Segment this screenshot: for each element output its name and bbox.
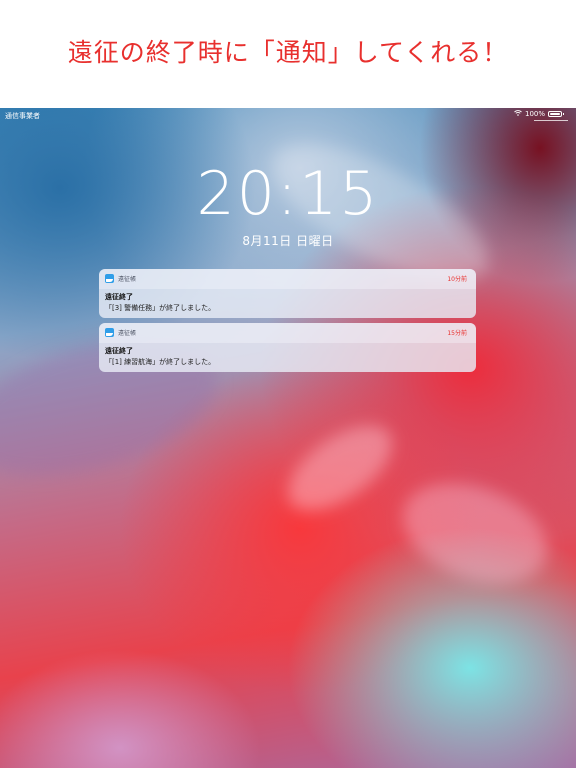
headline-caption: 遠征の終了時に「通知」してくれる！	[67, 38, 509, 67]
status-indicators: 100%	[514, 110, 564, 118]
notification-header	[99, 323, 476, 343]
notification-title: 遠征終了	[105, 293, 133, 301]
notification-title: 遠征終了	[105, 347, 133, 355]
app-icon	[105, 328, 114, 337]
lock-screen[interactable]: 通信事業者 100% 20:15 8月11日 日曜日 遠征帳 10分前 遠征終了…	[0, 108, 576, 768]
status-bar: 通信事業者 100%	[0, 108, 576, 122]
carrier-label: 通信事業者	[5, 112, 40, 120]
battery-icon	[548, 111, 564, 117]
top-indicator-bar	[534, 120, 568, 121]
wallpaper-streak	[389, 465, 561, 601]
wifi-icon	[514, 110, 522, 118]
notification-body: 「[3] 警備任務」が終了しました。	[105, 304, 216, 312]
notification-card[interactable]: 遠征帳 10分前 遠征終了 「[3] 警備任務」が終了しました。	[99, 269, 476, 318]
notification-body: 「[1] 練習航海」が終了しました。	[105, 358, 216, 366]
notification-app-name: 遠征帳	[118, 276, 137, 283]
notification-time: 15分前	[447, 330, 467, 337]
app-icon	[105, 274, 114, 283]
promo-screenshot: 遠征の終了時に「通知」してくれる！ 通信事業者 100% 20:15 8月11日…	[0, 0, 576, 768]
battery-percent: 100%	[524, 110, 545, 118]
wallpaper-streak	[273, 409, 407, 527]
lock-clock: 20:15	[196, 159, 380, 229]
notification-card[interactable]: 遠征帳 15分前 遠征終了 「[1] 練習航海」が終了しました。	[99, 323, 476, 372]
headline-band: 遠征の終了時に「通知」してくれる！	[0, 0, 576, 108]
notification-app-name: 遠征帳	[118, 330, 137, 337]
lock-date: 8月11日 日曜日	[242, 234, 334, 248]
notification-time: 10分前	[447, 276, 467, 283]
notification-header	[99, 269, 476, 289]
